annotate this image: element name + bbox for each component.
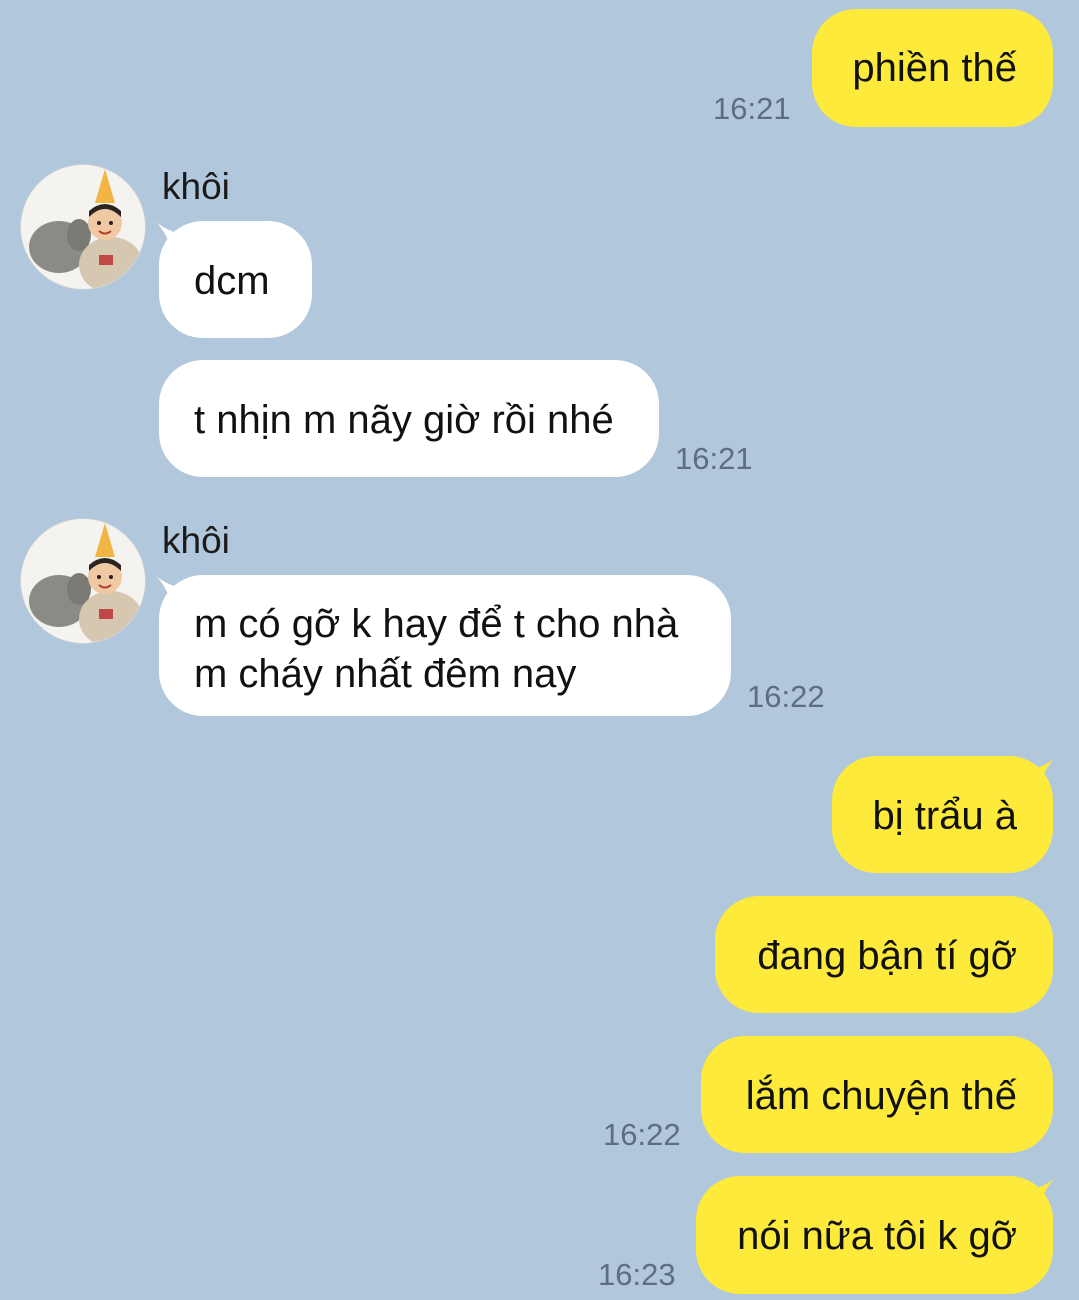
- message-text: phiền thế: [852, 46, 1017, 90]
- contact-avatar[interactable]: [20, 518, 146, 644]
- message-text-line: m có gỡ k hay để t cho nhà: [194, 602, 679, 646]
- child-with-party-hat-avatar-icon: [21, 519, 145, 643]
- message-text: đang bận tí gỡ: [757, 934, 1017, 978]
- message-bubble-outgoing[interactable]: lắm chuyện thế: [701, 1036, 1053, 1153]
- message-bubble-outgoing[interactable]: đang bận tí gỡ: [715, 896, 1053, 1013]
- message-bubble-outgoing[interactable]: nói nữa tôi k gỡ: [696, 1176, 1053, 1294]
- message-timestamp: 16:22: [603, 1117, 681, 1152]
- message-timestamp: 16:23: [598, 1257, 676, 1292]
- message-text: nói nữa tôi k gỡ: [737, 1214, 1017, 1258]
- message-bubble-incoming[interactable]: m có gỡ k hay để t cho nhà m cháy nhất đ…: [159, 575, 731, 716]
- message-text: lắm chuyện thế: [745, 1074, 1017, 1118]
- contact-avatar[interactable]: [20, 164, 146, 290]
- message-timestamp: 16:21: [675, 441, 753, 476]
- message-text: dcm: [194, 259, 270, 303]
- sender-name: khôi: [162, 166, 230, 207]
- message-text: t nhịn m nãy giờ rồi nhé: [194, 398, 614, 442]
- sender-name: khôi: [162, 520, 230, 561]
- message-bubble-outgoing[interactable]: bị trẩu à: [832, 756, 1053, 873]
- message-bubble-outgoing[interactable]: phiền thế: [812, 9, 1053, 127]
- message-text: bị trẩu à: [872, 794, 1017, 838]
- message-timestamp: 16:22: [747, 679, 825, 714]
- child-with-party-hat-avatar-icon: [21, 165, 145, 289]
- message-bubble-incoming[interactable]: dcm: [159, 221, 312, 338]
- message-bubble-incoming[interactable]: t nhịn m nãy giờ rồi nhé: [159, 360, 659, 477]
- chat-screen: { "colors": { "background": "#b1c7dc", "…: [0, 0, 1079, 1300]
- message-timestamp: 16:21: [713, 91, 791, 126]
- message-text-line: m cháy nhất đêm nay: [194, 652, 577, 696]
